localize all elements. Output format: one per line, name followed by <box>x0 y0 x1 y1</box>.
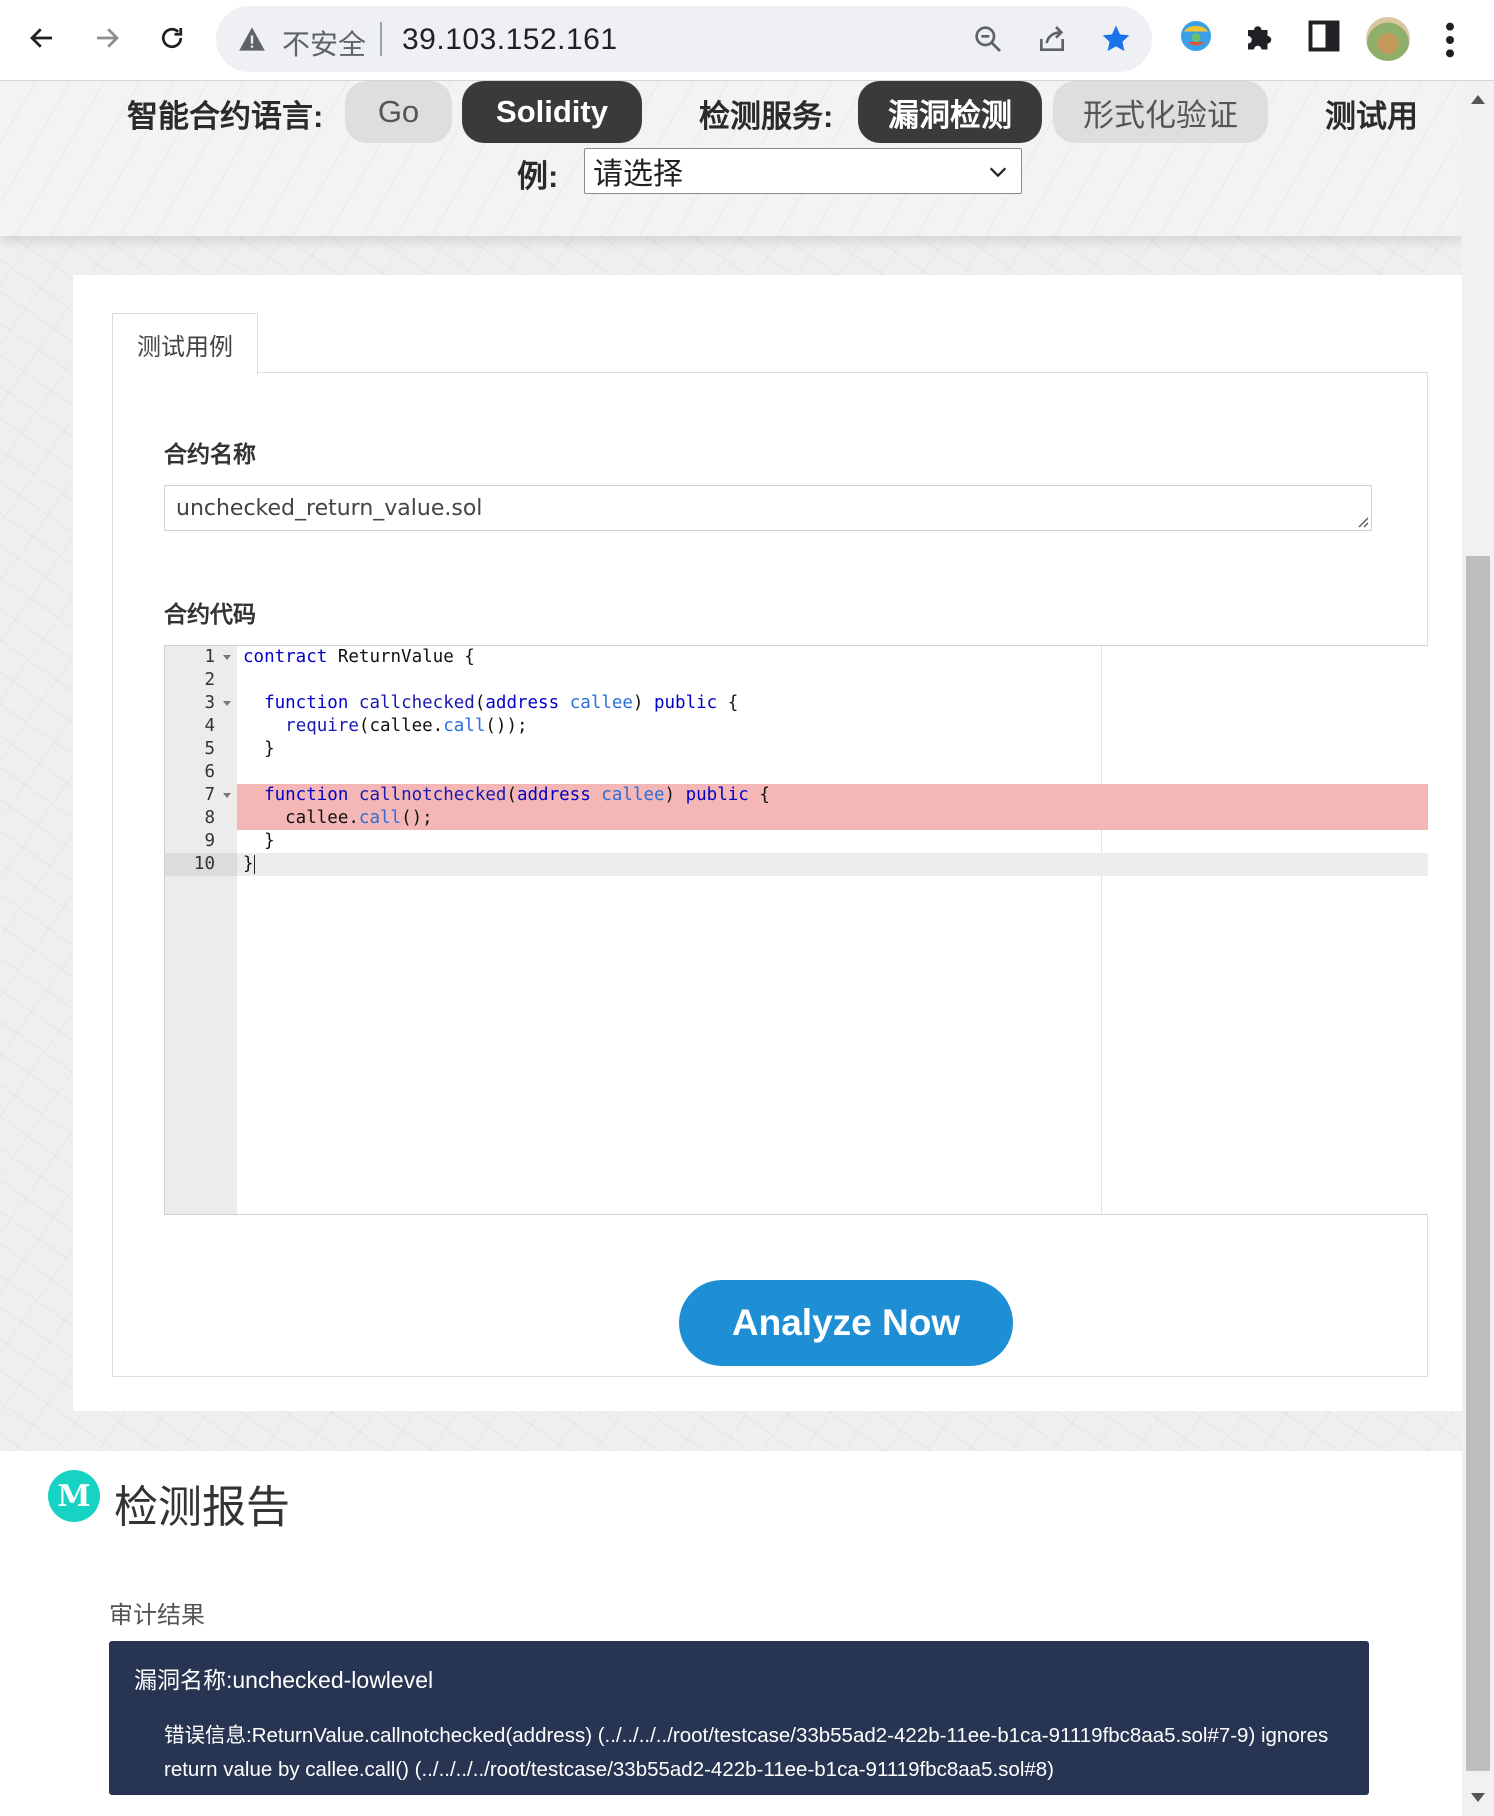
vulnerability-result-box: 漏洞名称:unchecked-lowlevel 错误信息:ReturnValue… <box>109 1641 1369 1795</box>
main-card: 测试用例 合约名称 unchecked_return_value.sol 合约代… <box>73 275 1462 1411</box>
line-number: 5 <box>204 739 215 759</box>
omnibox-divider <box>380 22 382 56</box>
scroll-down-arrow-icon[interactable] <box>1471 1793 1485 1802</box>
code-line: 4 require(callee.call()); <box>165 715 1428 738</box>
profile-avatar[interactable] <box>1366 17 1410 61</box>
contract-name-value: unchecked_return_value.sol <box>176 496 483 521</box>
forward-arrow-icon <box>97 28 119 48</box>
vulnerability-message: 错误信息:ReturnValue.callnotchecked(address)… <box>164 1724 1329 1781</box>
fold-arrow-icon[interactable] <box>223 655 231 660</box>
line-number: 8 <box>165 807 237 830</box>
testcase-select[interactable]: 请选择 <box>584 148 1022 194</box>
resize-grip-icon[interactable] <box>1355 514 1369 528</box>
line-number: 4 <box>204 716 215 736</box>
testcase-label-part1: 测试用 <box>1325 99 1418 134</box>
testcase-select-value: 请选择 <box>593 158 683 191</box>
code-line: 9 } <box>165 830 1428 853</box>
puzzle-icon[interactable] <box>1242 18 1278 54</box>
back-button[interactable] <box>20 16 64 60</box>
scroll-thumb[interactable] <box>1466 556 1490 1771</box>
audit-result-label: 审计结果 <box>109 1602 205 1629</box>
service-vuln-detect-button[interactable]: 漏洞检测 <box>858 81 1042 143</box>
warning-icon <box>239 27 265 51</box>
code-line: 6 <box>165 761 1428 784</box>
code-line-active: 10 } <box>165 853 1428 876</box>
forward-button[interactable] <box>85 16 129 60</box>
report-logo-icon: M <box>48 1470 100 1522</box>
language-label: 智能合约语言: <box>127 99 324 134</box>
report-section: M 检测报告 审计结果 漏洞名称:unchecked-lowlevel 错误信息… <box>0 1451 1462 1816</box>
code-line-error: 7 function callnotchecked(address callee… <box>165 784 1428 807</box>
url-text[interactable]: 39.103.152.161 <box>402 23 618 57</box>
contract-name-label: 合约名称 <box>164 441 256 467</box>
line-number: 6 <box>204 762 215 782</box>
security-label[interactable]: 不安全 <box>282 23 366 63</box>
config-bar: 智能合约语言: Go Solidity 检测服务: 漏洞检测 形式化验证 测试用… <box>0 81 1462 236</box>
language-go-button[interactable]: Go <box>345 81 452 143</box>
analyze-now-button[interactable]: Analyze Now <box>679 1280 1013 1366</box>
tab-testcase[interactable]: 测试用例 <box>112 313 258 374</box>
bookmark-star-icon[interactable] <box>1100 23 1132 55</box>
code-editor[interactable]: 1 contract ReturnValue { 2 3 function ca… <box>164 645 1428 1215</box>
tab-panel: 合约名称 unchecked_return_value.sol 合约代码 1 c… <box>112 372 1428 1377</box>
page-scrollbar[interactable] <box>1462 81 1494 1816</box>
share-icon[interactable] <box>1036 23 1068 55</box>
scroll-up-arrow-icon[interactable] <box>1471 95 1485 104</box>
line-number: 2 <box>204 670 215 690</box>
page-content: 智能合约语言: Go Solidity 检测服务: 漏洞检测 形式化验证 测试用… <box>0 81 1462 1816</box>
extension-colorful-icon[interactable] <box>1178 18 1214 54</box>
service-label: 检测服务: <box>699 99 834 134</box>
fold-arrow-icon[interactable] <box>223 701 231 706</box>
contract-code-label: 合约代码 <box>164 601 256 627</box>
line-number: 9 <box>204 831 215 851</box>
reload-button[interactable] <box>150 16 194 60</box>
more-menu-icon[interactable] <box>1438 20 1462 60</box>
text-cursor <box>253 854 255 874</box>
code-line-error: 8 callee.call(); <box>165 807 1428 830</box>
testcase-label-part2: 例: <box>517 159 559 194</box>
code-line: 3 function callchecked(address callee) p… <box>165 692 1428 715</box>
browser-toolbar: 不安全 39.103.152.161 <box>0 0 1494 81</box>
side-panel-icon[interactable] <box>1306 18 1342 54</box>
address-bar[interactable]: 不安全 39.103.152.161 <box>216 6 1152 72</box>
back-arrow-icon <box>30 28 52 48</box>
zoom-icon[interactable] <box>972 23 1004 55</box>
report-title: 检测报告 <box>114 1483 290 1532</box>
vulnerability-name: 漏洞名称:unchecked-lowlevel <box>134 1667 434 1693</box>
reload-icon <box>161 27 183 49</box>
contract-name-field[interactable]: unchecked_return_value.sol <box>164 485 1372 531</box>
fold-arrow-icon[interactable] <box>223 793 231 798</box>
code-line: 1 contract ReturnValue { <box>165 646 1428 669</box>
service-formal-verify-button[interactable]: 形式化验证 <box>1053 81 1268 143</box>
line-number: 10 <box>165 853 237 876</box>
language-solidity-button[interactable]: Solidity <box>462 81 642 143</box>
code-line: 5 } <box>165 738 1428 761</box>
chevron-down-icon <box>989 167 1007 178</box>
code-line: 2 <box>165 669 1428 692</box>
